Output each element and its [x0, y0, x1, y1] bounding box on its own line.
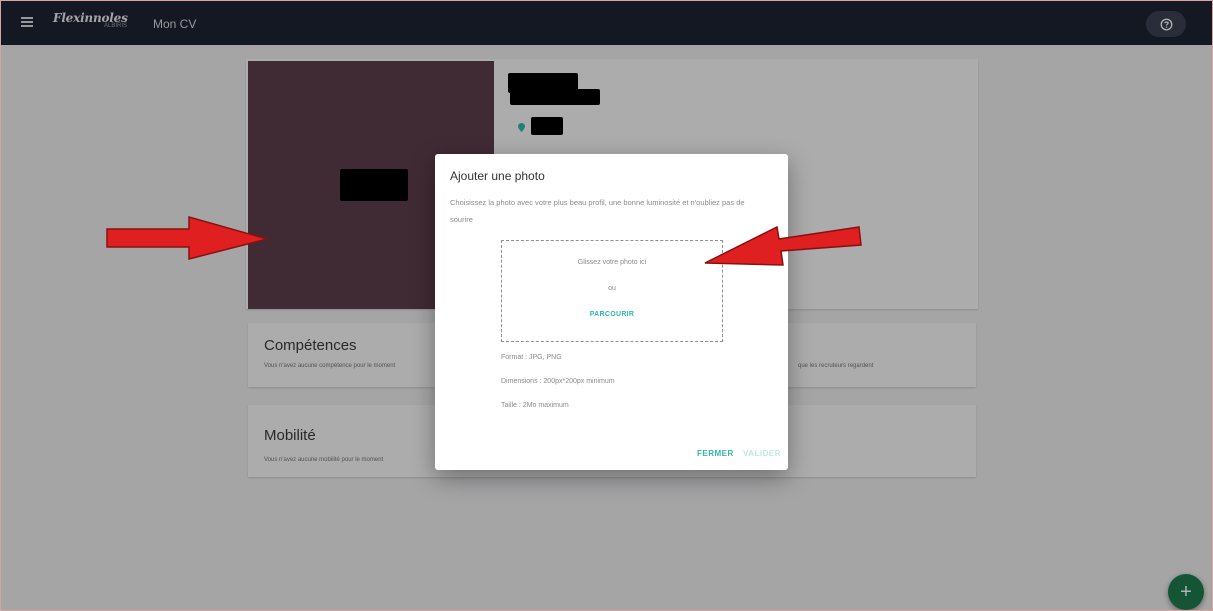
dropzone-instruction: Glissez votre photo ici — [577, 259, 647, 266]
annotation-arrow-left — [106, 216, 270, 260]
dialog-title: Ajouter une photo — [450, 169, 545, 183]
dimensions-spec: Dimensions : 200px*200px minimum — [501, 378, 615, 385]
size-spec: Taille : 2Mo maximum — [501, 402, 569, 409]
annotation-arrow-right — [704, 225, 862, 266]
validate-button[interactable]: VALIDER — [743, 449, 781, 458]
dropzone-or: ou — [608, 285, 616, 292]
add-photo-dialog: Ajouter une photo Choisissez la photo av… — [435, 154, 788, 470]
format-spec: Format : JPG, PNG — [501, 354, 562, 361]
close-button[interactable]: FERMER — [697, 449, 734, 458]
browse-button[interactable]: PARCOURIR — [502, 311, 722, 318]
app-window: Flexinnoles ALBIRIS Mon CV Compétences V… — [0, 0, 1213, 611]
photo-dropzone[interactable]: Glissez votre photo ici ou PARCOURIR — [501, 240, 723, 342]
